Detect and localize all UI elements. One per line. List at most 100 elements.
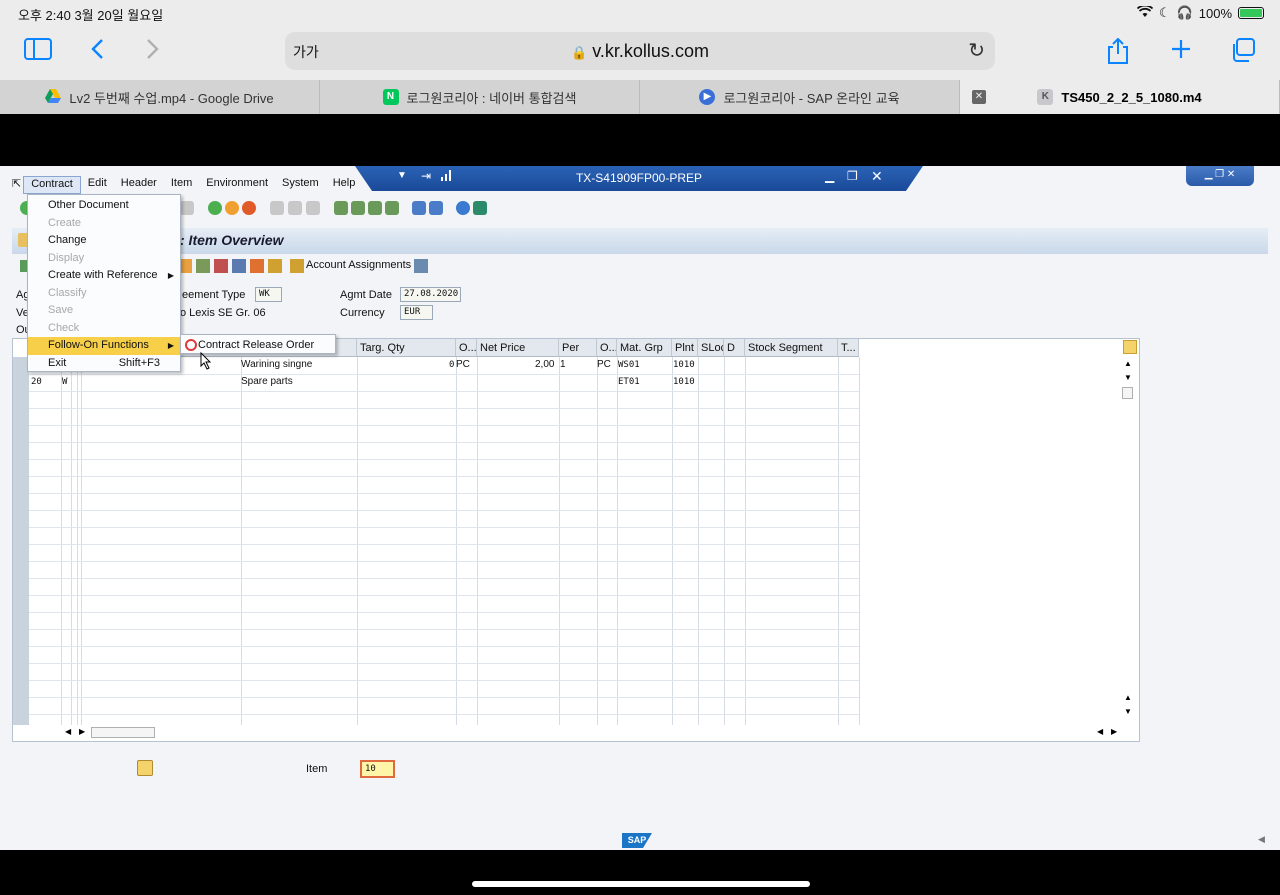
home-indicator[interactable]	[472, 881, 810, 887]
menu-item-change[interactable]: Change	[28, 232, 180, 250]
menu-help[interactable]: Help	[326, 176, 363, 194]
share-icon[interactable]	[1106, 37, 1130, 70]
sidebar-icon[interactable]	[24, 38, 52, 66]
horizontal-scroll-thumb[interactable]	[91, 727, 155, 738]
scroll-far-left-icon[interactable]: ◀	[1097, 727, 1103, 736]
menu-contract[interactable]: Contract	[23, 176, 81, 194]
item-input[interactable]: 10	[360, 760, 395, 778]
scroll-right-icon[interactable]: ▶	[79, 727, 85, 736]
back-icon[interactable]	[90, 38, 104, 66]
column-t[interactable]: T...	[838, 339, 859, 357]
texts-icon[interactable]	[232, 259, 246, 273]
exit-icon[interactable]	[225, 201, 239, 215]
address-bar[interactable]: 가가 🔒 v.kr.kollus.com ↻	[285, 32, 995, 70]
scroll-left-icon[interactable]: ◀	[65, 727, 71, 736]
column-stock-segment[interactable]: Stock Segment	[745, 339, 838, 357]
menu-header[interactable]: Header	[114, 176, 164, 194]
column-order-price-unit[interactable]: O...	[597, 339, 617, 357]
agmt-date-field[interactable]: 27.08.2020	[400, 287, 461, 302]
agreement-type-field[interactable]: WK	[255, 287, 282, 302]
new-tab-icon[interactable]	[1170, 38, 1192, 66]
column-plant[interactable]: Plnt	[672, 339, 698, 357]
menu-environment[interactable]: Environment	[199, 176, 275, 194]
table-settings-icon[interactable]	[1123, 340, 1137, 354]
tab-bar: Lv2 두번째 수업.mp4 - Google Drive N 로그원코리아 :…	[0, 80, 1280, 114]
column-order-unit[interactable]: O...	[456, 339, 477, 357]
table-cell-mat-grp[interactable]: WS01	[618, 360, 640, 370]
scroll-page-down-icon[interactable]: ▼	[1124, 707, 1132, 716]
conditions-icon[interactable]	[214, 259, 228, 273]
menu-item-contract-release-order[interactable]: Contract Release Order	[185, 337, 314, 353]
tab-google-drive[interactable]: Lv2 두번째 수업.mp4 - Google Drive	[0, 80, 320, 114]
table-cell-item-no[interactable]: 20	[31, 377, 42, 387]
menu-icon[interactable]: ⇱	[10, 176, 23, 194]
table-cell-item-category[interactable]: W	[62, 377, 67, 387]
close-tab-icon[interactable]: ✕	[972, 90, 986, 104]
column-sloc[interactable]: SLoc	[698, 339, 724, 357]
menu-item-exit[interactable]: Exit Shift+F3	[28, 355, 180, 373]
scroll-far-right-icon[interactable]: ▶	[1111, 727, 1117, 736]
forward-icon[interactable]	[146, 38, 160, 66]
status-bar-toggle-icon[interactable]: ◀	[1258, 834, 1265, 845]
table-cell-short-text[interactable]: Spare parts	[241, 376, 293, 387]
column-d[interactable]: D	[724, 339, 745, 357]
table-cell-targ-qty[interactable]: 0	[449, 360, 454, 370]
row-selector-column[interactable]	[13, 357, 29, 725]
scroll-thumb[interactable]	[1122, 387, 1133, 399]
menu-item-other-document[interactable]: Other Document	[28, 197, 180, 215]
table-horizontal-scrollbar[interactable]: ◀ ▶ ◀ ▶	[63, 725, 1133, 741]
table-cell-plant[interactable]: 1010	[673, 377, 695, 387]
account-assignments-icon[interactable]	[290, 259, 304, 273]
previous-page-icon[interactable]	[351, 201, 365, 215]
currency-field[interactable]: EUR	[400, 305, 433, 320]
tab-sap-education[interactable]: ▶ 로그원코리아 - SAP 온라인 교육	[640, 80, 960, 114]
first-page-icon[interactable]	[334, 201, 348, 215]
menu-edit[interactable]: Edit	[81, 176, 114, 194]
column-targ-qty[interactable]: Targ. Qty	[357, 339, 456, 357]
table-cell-order-unit[interactable]: PC	[456, 359, 470, 370]
shortcut-icon[interactable]	[429, 201, 443, 215]
table-cell-order-price-unit[interactable]: PC	[597, 359, 611, 370]
menu-item-create-with-reference[interactable]: Create with Reference ▶	[28, 267, 180, 285]
column-net-price[interactable]: Net Price	[477, 339, 559, 357]
default-values-icon[interactable]	[137, 760, 153, 776]
cancel-icon[interactable]	[242, 201, 256, 215]
sap-window-controls[interactable]: ▁ ❐ ✕	[1186, 166, 1254, 186]
statistics-icon[interactable]	[268, 259, 282, 273]
print-icon[interactable]	[270, 201, 284, 215]
restore-icon[interactable]: ❐	[847, 169, 858, 183]
close-icon[interactable]: ✕	[871, 168, 883, 185]
column-mat-grp[interactable]: Mat. Grp	[617, 339, 672, 357]
minimize-icon[interactable]: ▁	[825, 169, 834, 183]
table-cell-net-price[interactable]: 2,00	[535, 359, 554, 370]
tabs-overview-icon[interactable]	[1230, 38, 1256, 68]
new-session-icon[interactable]	[412, 201, 426, 215]
column-per[interactable]: Per	[559, 339, 597, 357]
delivery-icon[interactable]	[250, 259, 264, 273]
reload-icon[interactable]: ↻	[968, 38, 985, 63]
table-vertical-scrollbar[interactable]: ▲ ▼ ▲ ▼	[1121, 357, 1135, 717]
menu-item-follow-on-functions[interactable]: Follow-On Functions ▶	[28, 337, 180, 355]
menu-system[interactable]: System	[275, 176, 326, 194]
menu-item[interactable]: Item	[164, 176, 199, 194]
tab-video-active[interactable]: ✕ K TS450_2_2_5_1080.m4	[960, 80, 1280, 114]
scroll-down-icon[interactable]: ▼	[1124, 373, 1132, 382]
table-cell-mat-grp[interactable]: ET01	[618, 377, 640, 387]
find-next-icon[interactable]	[306, 201, 320, 215]
back-icon[interactable]	[208, 201, 222, 215]
next-page-icon[interactable]	[368, 201, 382, 215]
settings-icon[interactable]	[414, 259, 428, 273]
find-icon[interactable]	[288, 201, 302, 215]
tab-naver[interactable]: N 로그원코리아 : 네이버 통합검색	[320, 80, 640, 114]
account-assignments-button[interactable]: Account Assignments	[306, 259, 411, 271]
table-cell-per[interactable]: 1	[560, 359, 566, 370]
save-icon[interactable]	[180, 201, 194, 215]
last-page-icon[interactable]	[385, 201, 399, 215]
scroll-page-up-icon[interactable]: ▲	[1124, 693, 1132, 702]
scroll-up-icon[interactable]: ▲	[1124, 359, 1132, 368]
table-cell-short-text[interactable]: Warining singne	[241, 359, 312, 370]
search-icon[interactable]	[196, 259, 210, 273]
table-cell-plant[interactable]: 1010	[673, 360, 695, 370]
help-icon[interactable]	[456, 201, 470, 215]
customize-layout-icon[interactable]	[473, 201, 487, 215]
